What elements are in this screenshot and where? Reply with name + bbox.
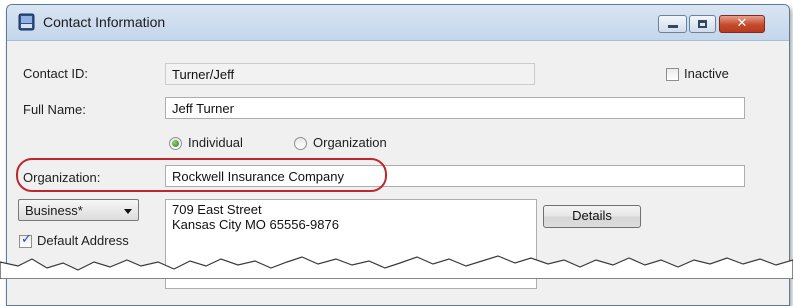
torn-edge-overlay [0,255,793,279]
